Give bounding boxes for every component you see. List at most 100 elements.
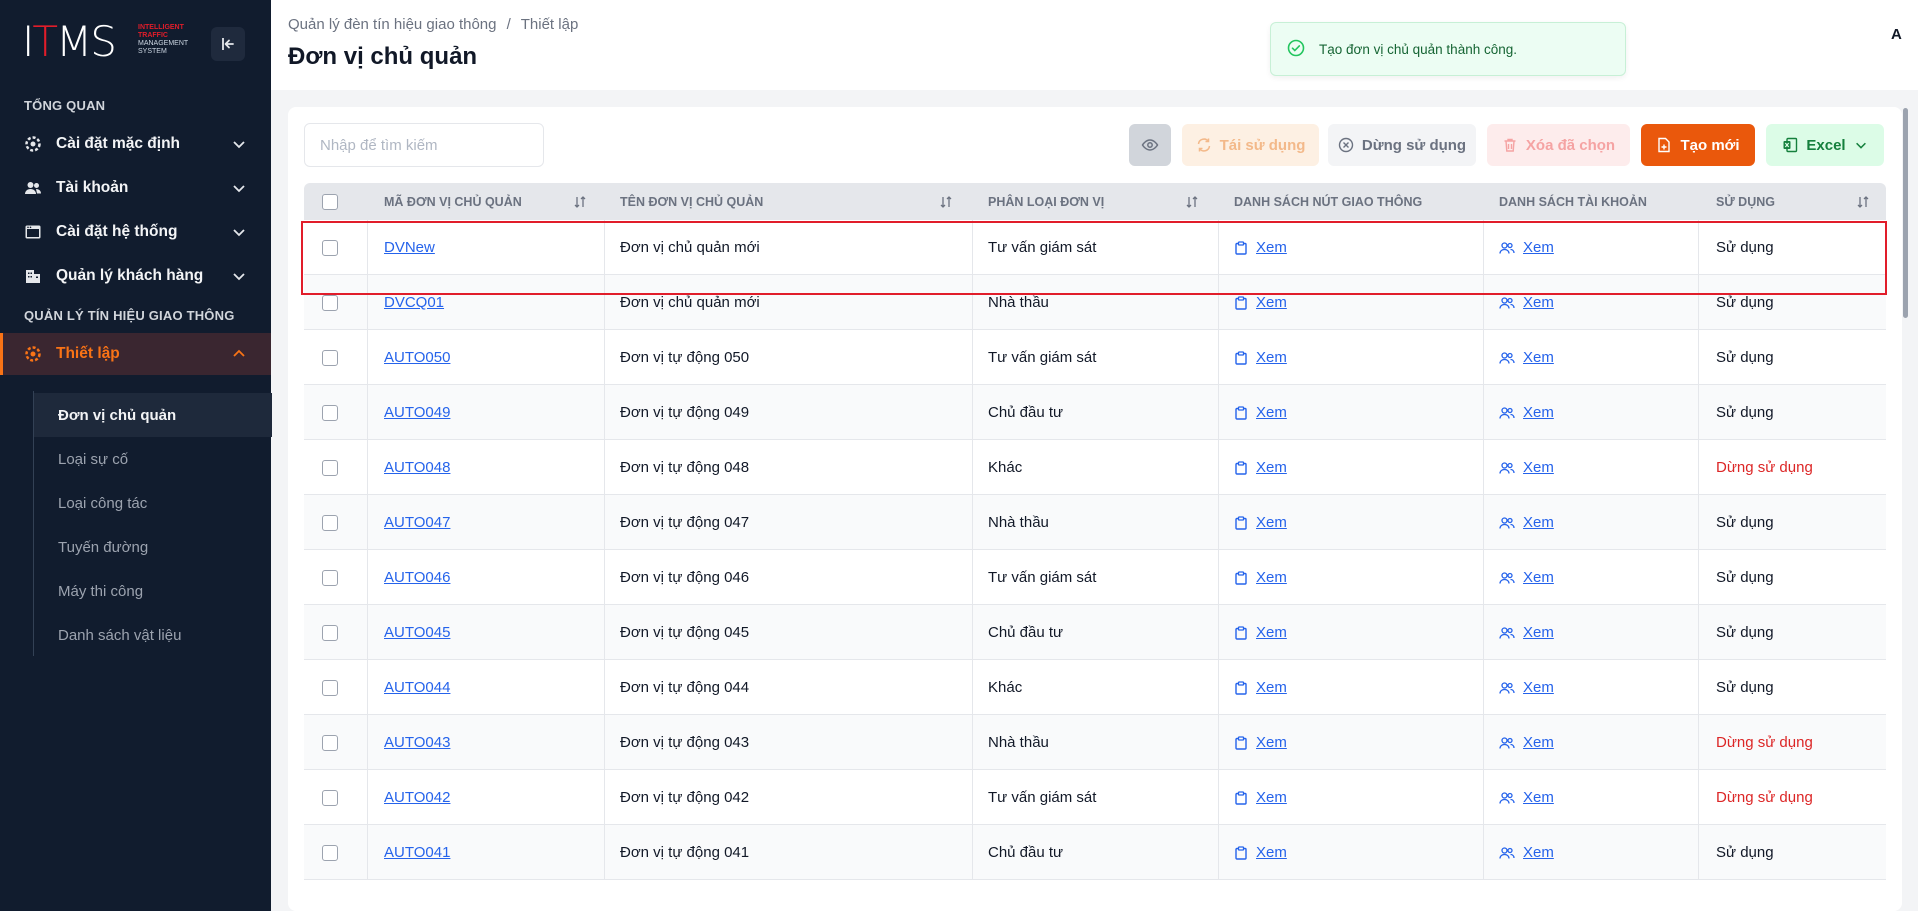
row-checkbox[interactable]	[322, 569, 338, 586]
unit-code-link[interactable]: AUTO050	[384, 349, 450, 366]
row-select-cell	[322, 660, 338, 715]
select-all-checkbox[interactable]	[322, 183, 338, 220]
column-visibility-button[interactable]	[1129, 124, 1171, 166]
usage-status: Dừng sử dụng	[1716, 789, 1813, 806]
breadcrumb-current[interactable]: Thiết lập	[521, 16, 579, 33]
collapse-sidebar-button[interactable]	[211, 27, 245, 61]
cell-name-text: Đơn vị tự động 050	[620, 349, 750, 366]
row-checkbox[interactable]	[322, 789, 338, 806]
cell-nodes: Xem	[1234, 220, 1287, 275]
column-divider	[972, 605, 973, 660]
view-nodes-link[interactable]: Xem	[1234, 844, 1287, 861]
view-nodes-link[interactable]: Xem	[1234, 789, 1287, 806]
row-checkbox[interactable]	[322, 514, 338, 531]
sort-icon[interactable]	[939, 195, 953, 209]
view-nodes-link[interactable]: Xem	[1234, 734, 1287, 751]
unit-code-link[interactable]: AUTO043	[384, 734, 450, 751]
unit-code-link[interactable]: AUTO046	[384, 569, 450, 586]
unit-code-link[interactable]: AUTO049	[384, 404, 450, 421]
sort-icon[interactable]	[1856, 195, 1870, 209]
column-divider	[1698, 770, 1699, 825]
cell-name: Đơn vị tự động 050	[620, 330, 749, 385]
menu-item-customers[interactable]: Quản lý khách hàng	[0, 256, 271, 296]
user-initial[interactable]: A	[1891, 26, 1902, 43]
unit-code-link[interactable]: AUTO047	[384, 514, 450, 531]
view-accounts-link[interactable]: Xem	[1499, 294, 1554, 311]
cell-type: Khác	[988, 440, 1022, 495]
view-nodes-link[interactable]: Xem	[1234, 404, 1287, 421]
submenu-item-routes[interactable]: Tuyến đường	[34, 525, 272, 569]
x-circle-icon	[1338, 137, 1354, 153]
reuse-button[interactable]: Tái sử dụng	[1182, 124, 1319, 166]
breadcrumb-parent[interactable]: Quản lý đèn tín hiệu giao thông	[288, 16, 497, 33]
row-checkbox[interactable]	[322, 459, 338, 476]
unit-code-link[interactable]: AUTO042	[384, 789, 450, 806]
menu-item-accounts[interactable]: Tài khoản	[0, 168, 271, 208]
unit-code-link[interactable]: AUTO048	[384, 459, 450, 476]
unit-code-link[interactable]: AUTO045	[384, 624, 450, 641]
header-name[interactable]: TÊN ĐƠN VỊ CHỦ QUẢN	[620, 183, 763, 220]
unit-code-link[interactable]: DVNew	[384, 239, 435, 256]
view-accounts-link[interactable]: Xem	[1499, 459, 1554, 476]
view-accounts-link[interactable]: Xem	[1499, 349, 1554, 366]
unit-code-link[interactable]: DVCQ01	[384, 294, 444, 311]
view-nodes-link[interactable]: Xem	[1234, 679, 1287, 696]
view-nodes-link[interactable]: Xem	[1234, 569, 1287, 586]
cell-accounts: Xem	[1499, 440, 1554, 495]
view-accounts-link[interactable]: Xem	[1499, 514, 1554, 531]
submenu-item-work-types[interactable]: Loại công tác	[34, 481, 272, 525]
view-accounts-link[interactable]: Xem	[1499, 734, 1554, 751]
column-divider	[1218, 550, 1219, 605]
row-checkbox[interactable]	[322, 734, 338, 751]
view-nodes-link[interactable]: Xem	[1234, 459, 1287, 476]
row-checkbox[interactable]	[322, 404, 338, 421]
row-checkbox[interactable]	[322, 349, 338, 366]
header-code[interactable]: MÃ ĐƠN VỊ CHỦ QUẢN	[384, 183, 522, 220]
view-nodes-link[interactable]: Xem	[1234, 239, 1287, 256]
sidebar: ITMS INTELLIGENT TRAFFIC MANAGEMENT SYST…	[0, 0, 272, 911]
unit-code-link[interactable]: AUTO041	[384, 844, 450, 861]
view-accounts-link[interactable]: Xem	[1499, 239, 1554, 256]
excel-export-button[interactable]: Excel	[1766, 124, 1884, 166]
row-checkbox[interactable]	[322, 294, 338, 311]
view-nodes-link[interactable]: Xem	[1234, 349, 1287, 366]
view-nodes-link[interactable]: Xem	[1234, 514, 1287, 531]
vertical-scrollbar[interactable]	[1903, 108, 1908, 318]
view-accounts-link[interactable]: Xem	[1499, 679, 1554, 696]
submenu-item-materials[interactable]: Danh sách vật liệu	[34, 613, 272, 657]
row-checkbox[interactable]	[322, 844, 338, 861]
create-new-button[interactable]: Tạo mới	[1641, 124, 1755, 166]
column-divider	[972, 550, 973, 605]
cell-nodes: Xem	[1234, 440, 1287, 495]
view-accounts-link[interactable]: Xem	[1499, 404, 1554, 421]
search-input[interactable]	[304, 123, 544, 167]
header-usage[interactable]: SỬ DỤNG	[1716, 183, 1775, 220]
stop-using-button[interactable]: Dừng sử dụng	[1328, 124, 1476, 166]
view-nodes-link[interactable]: Xem	[1234, 624, 1287, 641]
users-icon	[1499, 461, 1515, 474]
submenu-item-owner-units[interactable]: Đơn vị chủ quản	[34, 393, 272, 437]
menu-item-setup[interactable]: Thiết lập	[0, 333, 271, 375]
submenu-item-machines[interactable]: Máy thi công	[34, 569, 272, 613]
cell-type-text: Nhà thầu	[988, 294, 1049, 311]
view-nodes-link[interactable]: Xem	[1234, 294, 1287, 311]
checkbox[interactable]	[322, 193, 338, 210]
table-row: AUTO042 Đơn vị tự động 042 Tư vấn giám sát…	[304, 770, 1886, 825]
row-checkbox[interactable]	[322, 679, 338, 696]
row-checkbox[interactable]	[322, 239, 338, 256]
row-checkbox[interactable]	[322, 624, 338, 641]
sort-icon[interactable]	[573, 195, 587, 209]
menu-item-default-settings[interactable]: Cài đặt mặc định	[0, 124, 271, 164]
sort-icon[interactable]	[1185, 195, 1199, 209]
submenu-item-incident-types[interactable]: Loại sự cố	[34, 437, 272, 481]
view-accounts-link[interactable]: Xem	[1499, 789, 1554, 806]
view-accounts-link[interactable]: Xem	[1499, 844, 1554, 861]
view-accounts-link[interactable]: Xem	[1499, 624, 1554, 641]
chevron-down-icon	[233, 273, 245, 281]
delete-selected-button[interactable]: Xóa đã chọn	[1487, 124, 1630, 166]
view-accounts-link[interactable]: Xem	[1499, 569, 1554, 586]
header-type[interactable]: PHÂN LOẠI ĐƠN VỊ	[988, 183, 1104, 220]
column-divider	[1218, 385, 1219, 440]
unit-code-link[interactable]: AUTO044	[384, 679, 450, 696]
menu-item-system-settings[interactable]: Cài đặt hệ thống	[0, 212, 271, 252]
